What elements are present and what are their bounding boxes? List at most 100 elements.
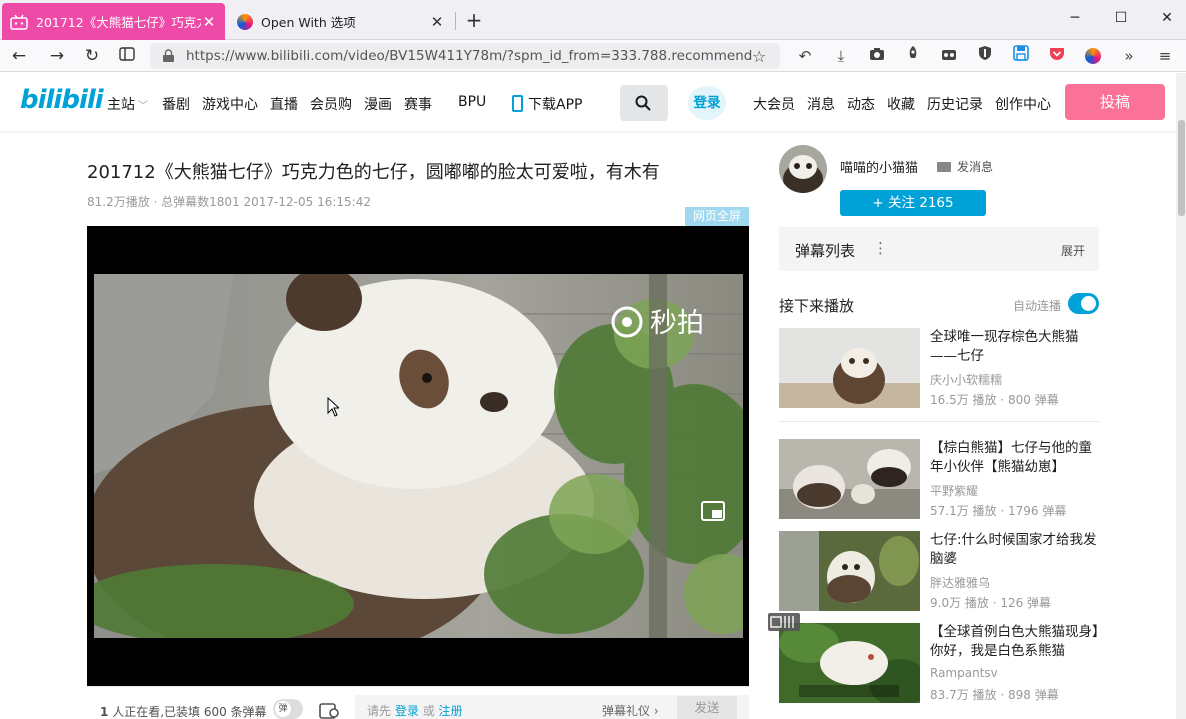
danmaku-toggle[interactable]: 弹 bbox=[273, 699, 303, 719]
video-thumbnail[interactable] bbox=[779, 531, 920, 611]
video-uploader[interactable]: Rampantsv bbox=[930, 666, 998, 680]
watching-count: 1 人正在看,已装填 600 条弹幕 bbox=[100, 703, 267, 719]
nav-bpu[interactable]: BPU bbox=[458, 94, 486, 110]
send-message-link[interactable]: 发消息 bbox=[937, 158, 993, 175]
nav-messages[interactable]: 消息 bbox=[807, 94, 835, 114]
search-button[interactable] bbox=[620, 85, 668, 121]
send-message-label: 发消息 bbox=[957, 160, 994, 174]
recommended-video-item[interactable]: 【全球首例白色大熊猫现身】你好，我是白色系熊猫 Rampantsv 83.7万 … bbox=[779, 623, 1099, 703]
video-title[interactable]: 七仔:什么时候国家才给我发脑婆 bbox=[930, 531, 1100, 569]
nav-manga[interactable]: 漫画 bbox=[364, 94, 392, 114]
save-icon[interactable] bbox=[1010, 45, 1032, 67]
nav-mall[interactable]: 会员购 bbox=[310, 94, 352, 114]
tab-open-with[interactable]: Open With 选项 ✕ bbox=[229, 3, 453, 40]
nav-main[interactable]: 主站 ﹀ bbox=[107, 94, 148, 114]
more-options-icon[interactable]: ⋮ bbox=[873, 239, 888, 257]
scrollbar-thumb[interactable] bbox=[1178, 120, 1185, 216]
close-tab-icon[interactable]: ✕ bbox=[201, 13, 217, 31]
danmaku-input[interactable]: 请先 登录 或 注册 弹幕礼仪 › 发送 bbox=[355, 695, 749, 719]
new-tab-button[interactable]: + bbox=[462, 8, 486, 32]
download-icon[interactable]: ⤓ bbox=[830, 45, 852, 67]
nav-bangumi[interactable]: 番剧 bbox=[162, 94, 190, 114]
reload-button[interactable]: ↻ bbox=[79, 44, 105, 68]
video-stats: 57.1万 播放 · 1796 弹幕 bbox=[930, 504, 1067, 518]
danmaku-login-prompt: 请先 登录 或 注册 bbox=[367, 702, 463, 719]
login-button[interactable]: 登录 bbox=[688, 86, 726, 120]
uploader-avatar[interactable] bbox=[779, 145, 827, 193]
page-info-icon[interactable] bbox=[162, 49, 176, 63]
undo-icon[interactable]: ↶ bbox=[794, 45, 816, 67]
uploader-name[interactable]: 喵喵的小猫猫 bbox=[840, 157, 918, 176]
site-header: bilibili 主站 ﹀ 番剧 游戏中心 直播 会员购 漫画 赛事 BPU 下载… bbox=[0, 73, 1176, 131]
recommended-video-item[interactable]: 【棕白熊猫】七仔与他的童年小伙伴【熊猫幼崽】 平野紫耀 57.1万 播放 · 1… bbox=[779, 439, 1099, 519]
autoplay-toggle[interactable] bbox=[1068, 293, 1099, 314]
nav-game-center[interactable]: 游戏中心 bbox=[202, 94, 258, 114]
video-thumbnail[interactable] bbox=[779, 328, 920, 408]
video-thumbnail[interactable] bbox=[779, 439, 920, 519]
video-title[interactable]: 全球唯一现存棕色大熊猫——七仔 bbox=[930, 328, 1100, 366]
prompt-text: 请先 bbox=[367, 704, 392, 718]
danmaku-etiquette-link[interactable]: 弹幕礼仪 › bbox=[602, 702, 659, 719]
bookmark-star-icon[interactable]: ☆ bbox=[752, 47, 772, 66]
camera-icon[interactable] bbox=[866, 45, 888, 67]
video-stats: 16.5万 播放 · 800 弹幕 bbox=[930, 393, 1059, 407]
nav-live[interactable]: 直播 bbox=[270, 94, 298, 114]
recommended-video-item[interactable]: 全球唯一现存棕色大熊猫——七仔 庆小小软糯糯 16.5万 播放 · 800 弹幕 bbox=[779, 328, 1099, 408]
phone-icon bbox=[512, 95, 523, 112]
autoplay-label: 自动连播 bbox=[1013, 299, 1062, 313]
overflow-icon[interactable]: » bbox=[1118, 45, 1140, 67]
etiquette-label: 弹幕礼仪 bbox=[602, 704, 651, 718]
video-thumbnail[interactable] bbox=[779, 623, 920, 703]
mini-player-icon[interactable] bbox=[768, 613, 800, 631]
nav-vip[interactable]: 大会员 bbox=[753, 94, 795, 114]
nav-creator-center[interactable]: 创作中心 bbox=[995, 94, 1051, 114]
video-uploader[interactable]: 平野紫耀 bbox=[930, 482, 978, 499]
video-uploader[interactable]: 胖达雅雅乌 bbox=[930, 574, 990, 591]
nav-download-app[interactable]: 下载APP bbox=[512, 94, 582, 114]
video-title[interactable]: 【全球首例白色大熊猫现身】你好，我是白色系熊猫 bbox=[930, 623, 1100, 661]
recommended-video-item[interactable]: 七仔:什么时候国家才给我发脑婆 胖达雅雅乌 9.0万 播放 · 126 弹幕 bbox=[779, 531, 1099, 611]
danmaku-settings-icon[interactable] bbox=[319, 701, 339, 719]
expand-danmaku-button[interactable]: 展开 bbox=[1061, 242, 1085, 259]
minimize-button[interactable]: ─ bbox=[1060, 6, 1090, 30]
back-button[interactable]: ← bbox=[6, 44, 32, 68]
pocket-icon[interactable] bbox=[1046, 45, 1068, 67]
nav-esports[interactable]: 赛事 bbox=[404, 94, 432, 114]
or-text: 或 bbox=[422, 704, 435, 718]
video-frame[interactable]: 秒拍 bbox=[94, 274, 743, 638]
danmaku-list-panel[interactable]: 弹幕列表 ⋮ 展开 bbox=[779, 227, 1099, 271]
shield-icon[interactable] bbox=[974, 45, 996, 67]
nav-history[interactable]: 历史记录 bbox=[927, 94, 983, 114]
close-tab-icon[interactable]: ✕ bbox=[429, 13, 445, 31]
firefox-tab-icon bbox=[237, 13, 253, 30]
danmaku-register-link[interactable]: 注册 bbox=[439, 704, 463, 718]
post-button[interactable]: 投稿 bbox=[1065, 84, 1165, 120]
video-meta: 81.2万播放 · 总弹幕数1801 2017-12-05 16:15:42 bbox=[87, 195, 371, 209]
video-title[interactable]: 【棕白熊猫】七仔与他的童年小伙伴【熊猫幼崽】 bbox=[930, 439, 1100, 477]
video-stats: 83.7万 播放 · 898 弹幕 bbox=[930, 688, 1059, 702]
address-bar[interactable]: https://www.bilibili.com/video/BV15W411Y… bbox=[150, 43, 780, 69]
forward-button[interactable]: → bbox=[44, 44, 70, 68]
tab-bilibili-video[interactable]: 201712《大熊猫七仔》巧克力 ✕ bbox=[2, 3, 225, 40]
rocket-icon[interactable] bbox=[902, 45, 924, 67]
maximize-button[interactable]: ☐ bbox=[1106, 6, 1136, 30]
follow-button[interactable]: + 关注 2165 bbox=[840, 190, 986, 216]
url-text: https://www.bilibili.com/video/BV15W411Y… bbox=[186, 48, 752, 64]
send-danmaku-button[interactable]: 发送 bbox=[677, 696, 737, 719]
video-uploader[interactable]: 庆小小软糯糯 bbox=[930, 371, 1002, 388]
nav-favorites[interactable]: 收藏 bbox=[887, 94, 915, 114]
panda-video-image: 秒拍 bbox=[94, 274, 743, 638]
web-fullscreen-button[interactable]: 网页全屏 bbox=[685, 207, 749, 226]
firefox-icon[interactable] bbox=[1082, 45, 1104, 67]
danmaku-send-bar: 1 人正在看,已装填 600 条弹幕 弹 请先 登录 或 注册 弹幕礼仪 › 发… bbox=[87, 686, 749, 719]
extension-icon[interactable] bbox=[938, 45, 960, 67]
danmaku-list-label: 弹幕列表 bbox=[795, 242, 856, 260]
svg-text:秒拍: 秒拍 bbox=[650, 308, 704, 339]
sidebar-icon[interactable] bbox=[114, 44, 140, 68]
bilibili-logo[interactable]: bilibili bbox=[20, 85, 104, 115]
menu-icon[interactable]: ≡ bbox=[1154, 45, 1176, 67]
nav-dynamics[interactable]: 动态 bbox=[847, 94, 875, 114]
search-icon bbox=[635, 95, 651, 111]
close-window-button[interactable]: ✕ bbox=[1152, 6, 1182, 30]
danmaku-login-link[interactable]: 登录 bbox=[395, 704, 419, 718]
